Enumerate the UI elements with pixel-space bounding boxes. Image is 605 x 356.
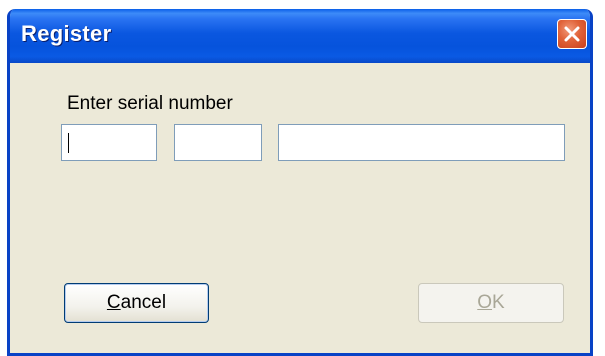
register-dialog: Register Enter serial number Cancel OK	[7, 9, 593, 356]
cancel-mnemonic: C	[106, 292, 121, 313]
serial-field-2[interactable]	[174, 124, 262, 161]
window-title: Register	[21, 21, 112, 46]
ok-label: K	[492, 292, 505, 313]
close-button[interactable]	[557, 19, 587, 49]
title-bar[interactable]: Register	[10, 9, 590, 63]
serial-field-3[interactable]	[278, 124, 565, 161]
text-caret	[68, 133, 69, 153]
serial-field-1[interactable]	[61, 124, 157, 161]
cancel-label: ancel	[120, 292, 167, 313]
close-icon	[564, 26, 580, 42]
ok-button[interactable]: OK	[418, 283, 564, 323]
serial-number-label: Enter serial number	[67, 93, 233, 114]
cancel-button[interactable]: Cancel	[64, 283, 209, 323]
dialog-body: Enter serial number Cancel OK	[10, 63, 590, 353]
ok-mnemonic: O	[477, 292, 493, 313]
